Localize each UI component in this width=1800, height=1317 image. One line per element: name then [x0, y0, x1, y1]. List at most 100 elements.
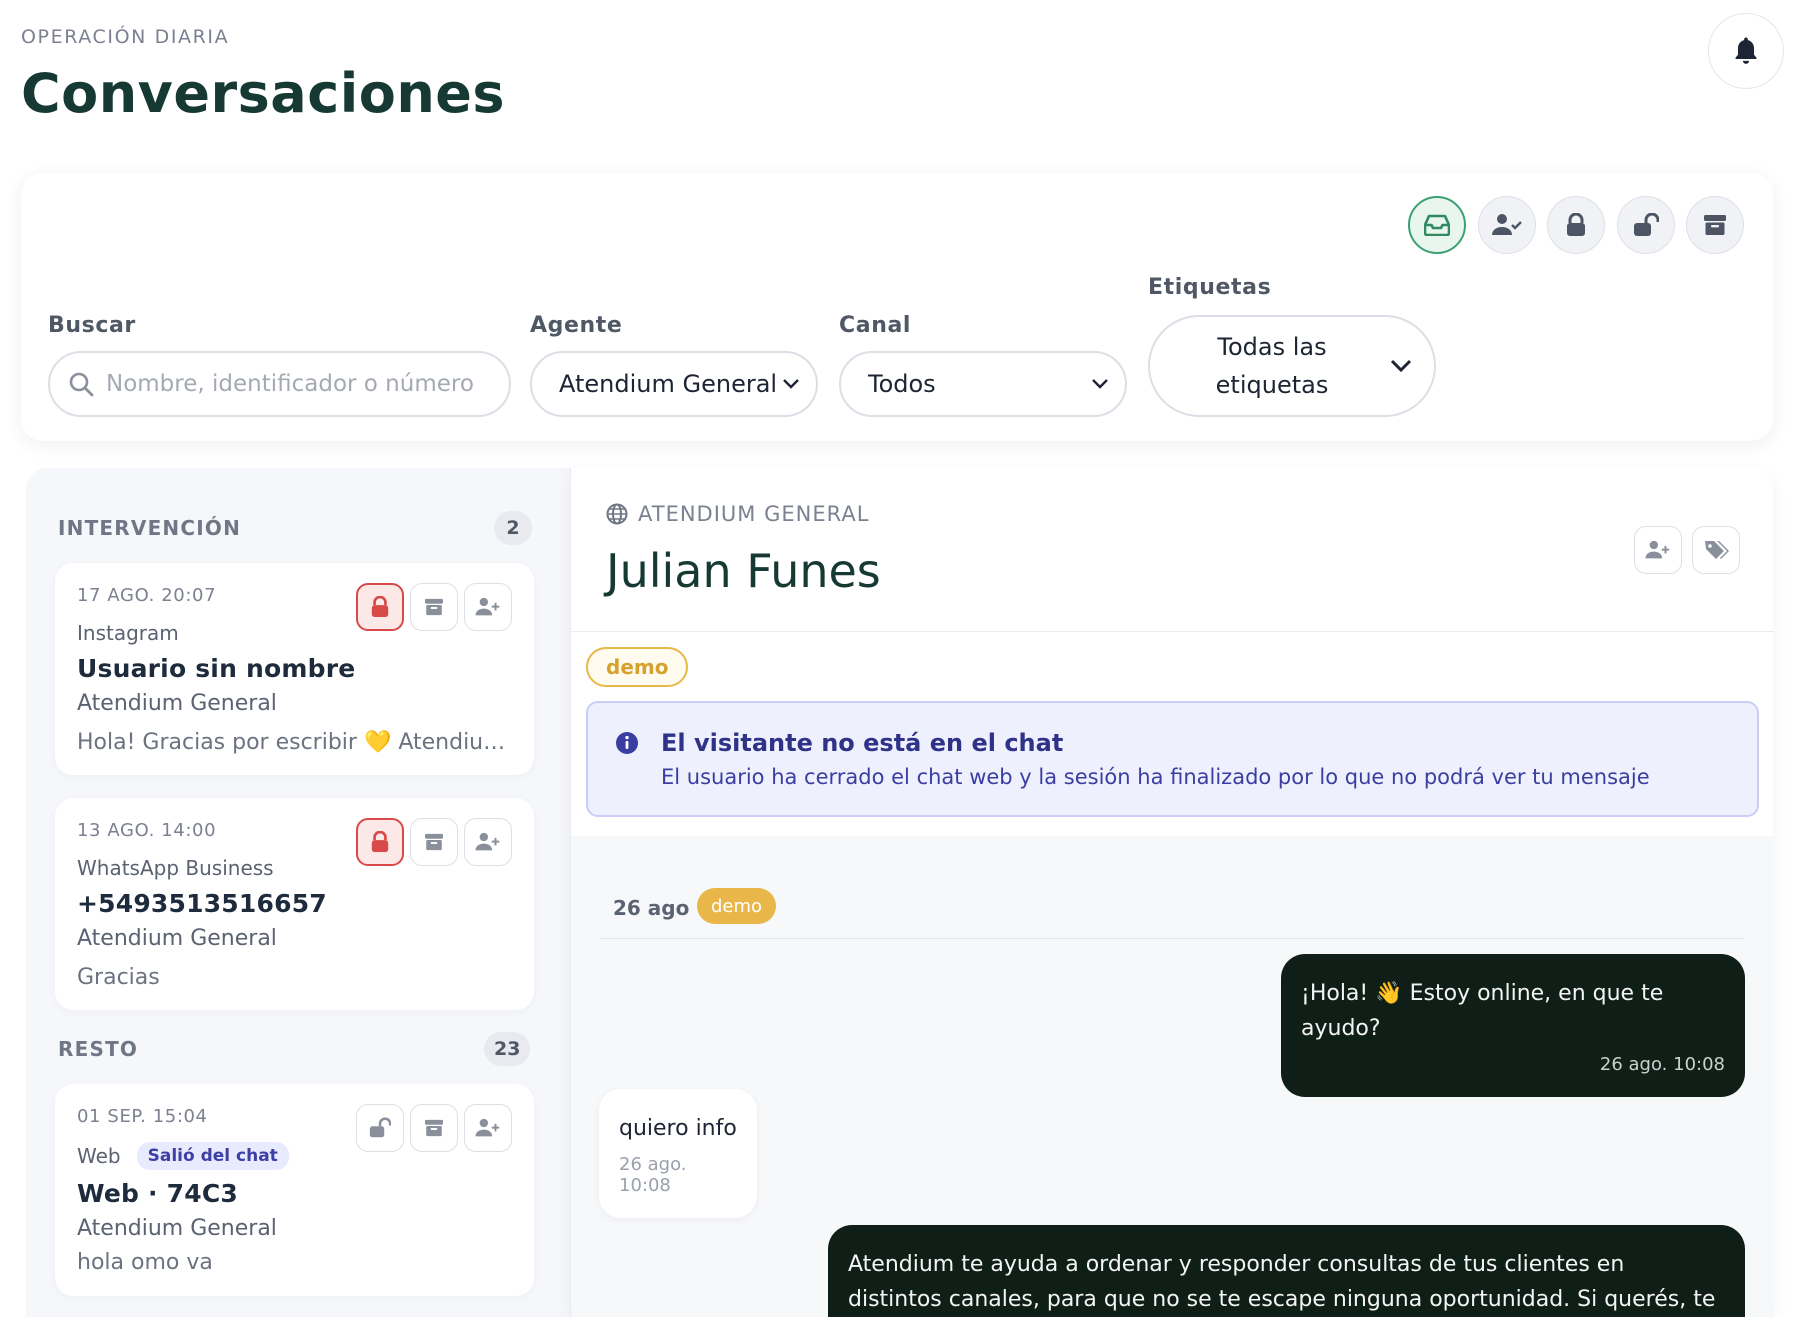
section-rest: RESTO: [58, 1037, 139, 1061]
lock-icon: [1567, 213, 1585, 236]
unlock-icon: [1634, 213, 1659, 236]
app-root: OPERACIÓN DIARIA Conversaciones Buscar N…: [0, 0, 1800, 1317]
lock-icon: [371, 596, 389, 617]
day-tag: demo: [697, 888, 777, 924]
conversation-channel: Web Salió del chat: [77, 1142, 289, 1170]
conversation-preview: Hola! Gracias por escribir 💛 Atendium n.…: [77, 730, 517, 755]
conversation-time: 13 AGO. 14:00: [77, 820, 217, 841]
archive-icon: [425, 833, 443, 851]
info-icon: [616, 732, 638, 754]
chat-header-divider: [571, 631, 1774, 632]
tags-select-value: Todas las etiquetas: [1216, 328, 1329, 404]
conversation-channel: Instagram: [77, 621, 179, 645]
chat-channel-name: ATENDIUM GENERAL: [638, 502, 870, 526]
assign-user-button[interactable]: [464, 583, 512, 631]
conversation-name: Usuario sin nombre: [77, 654, 356, 683]
conversation-name: Web · 74C3: [77, 1179, 238, 1208]
conversation-preview: Gracias: [77, 965, 160, 990]
archive-button[interactable]: [410, 583, 458, 631]
unlock-button[interactable]: [356, 1104, 404, 1152]
conversation-time: 01 SEP. 15:04: [77, 1106, 208, 1127]
channel-select[interactable]: Todos: [839, 351, 1127, 417]
contact-tag[interactable]: demo: [586, 647, 689, 687]
conversation-card[interactable]: 13 AGO. 14:00 WhatsApp Business +5493513…: [55, 798, 534, 1010]
bell-icon: [1735, 37, 1757, 64]
assign-user-button[interactable]: [464, 818, 512, 866]
notice-body: El usuario ha cerrado el chat web y la s…: [661, 765, 1650, 789]
chevron-down-icon: [783, 379, 799, 389]
section-intervention: INTERVENCIÓN: [58, 516, 242, 540]
search-icon: [69, 372, 94, 397]
channel-name: WhatsApp Business: [77, 856, 274, 880]
page-eyebrow: OPERACIÓN DIARIA: [21, 26, 230, 48]
message-text: Atendium te ayuda a ordenar y responder …: [848, 1252, 1716, 1312]
chat-channel: ATENDIUM GENERAL: [606, 502, 869, 526]
search-box[interactable]: [48, 351, 511, 417]
assign-user-button[interactable]: [464, 1104, 512, 1152]
conversation-agent: Atendium General: [77, 1216, 277, 1241]
message-incoming: quiero info 26 ago. 10:08: [599, 1089, 757, 1218]
view-assigned-button[interactable]: [1478, 196, 1536, 254]
conversation-card[interactable]: 17 AGO. 20:07 Instagram Usuario sin nomb…: [55, 563, 534, 775]
tags-value-line-1: Todas las: [1217, 333, 1327, 361]
tags-value-line-2: etiquetas: [1215, 371, 1329, 399]
channel-name: Instagram: [77, 621, 179, 645]
agent-select[interactable]: Atendium General: [530, 351, 818, 417]
agent-select-value: Atendium General: [559, 370, 778, 398]
inbox-icon: [1424, 214, 1450, 236]
archive-button[interactable]: [410, 1104, 458, 1152]
chat-panel: ATENDIUM GENERAL Julian Funes demo El vi…: [570, 468, 1774, 1317]
channel-select-value: Todos: [868, 370, 936, 398]
conversation-time: 17 AGO. 20:07: [77, 585, 217, 606]
notifications-button[interactable]: [1708, 13, 1784, 89]
left-chat-badge: Salió del chat: [136, 1142, 289, 1170]
day-divider: [599, 938, 1745, 939]
archive-icon: [425, 1119, 443, 1137]
user-plus-icon: [1645, 540, 1670, 559]
agent-label: Agente: [530, 313, 623, 338]
channel-name: Web: [77, 1144, 121, 1168]
lock-button[interactable]: [356, 583, 404, 631]
message-time: 26 ago. 10:08: [1599, 1054, 1725, 1075]
filter-card: Buscar Agente Atendium General Canal Tod…: [21, 173, 1773, 441]
tags-icon: [1705, 541, 1729, 559]
page-title: Conversaciones: [21, 62, 506, 125]
tags-select[interactable]: Todas las etiquetas: [1148, 315, 1436, 417]
user-plus-icon: [475, 597, 500, 616]
archive-icon: [425, 598, 443, 616]
visitor-offline-notice: El visitante no está en el chat El usuar…: [586, 701, 1759, 817]
search-label: Buscar: [48, 313, 136, 338]
view-inbox-button[interactable]: [1408, 196, 1466, 254]
archive-button[interactable]: [410, 818, 458, 866]
message-text: quiero info: [619, 1116, 737, 1141]
view-locked-button[interactable]: [1547, 196, 1605, 254]
assign-contact-button[interactable]: [1634, 526, 1682, 574]
tags-button[interactable]: [1692, 526, 1740, 574]
chevron-down-icon: [1092, 379, 1108, 389]
message-time: 26 ago. 10:08: [619, 1154, 687, 1196]
channel-label: Canal: [839, 313, 912, 338]
archive-icon: [1704, 215, 1726, 235]
conversation-preview: hola omo va: [77, 1250, 213, 1275]
conversation-agent: Atendium General: [77, 691, 277, 716]
user-plus-icon: [475, 832, 500, 851]
conversation-channel: WhatsApp Business: [77, 856, 274, 880]
conversation-name: +5493513516657: [77, 889, 327, 918]
view-unlocked-button[interactable]: [1617, 196, 1675, 254]
contact-name: Julian Funes: [606, 544, 881, 598]
tags-label: Etiquetas: [1148, 275, 1272, 300]
lock-button[interactable]: [356, 818, 404, 866]
rest-count: 23: [484, 1032, 531, 1066]
message-thread: 26 ago demo ¡Hola! 👋 Estoy online, en qu…: [571, 836, 1774, 1317]
chevron-down-icon: [1390, 359, 1412, 373]
message-outgoing: ¡Hola! 👋 Estoy online, en que te ayudo? …: [1281, 954, 1745, 1097]
conversation-card[interactable]: 01 SEP. 15:04 Web Salió del chat Web · 7…: [55, 1084, 534, 1296]
view-archived-button[interactable]: [1686, 196, 1744, 254]
unlock-icon: [369, 1117, 391, 1138]
lock-icon: [371, 831, 389, 852]
intervention-count: 2: [494, 511, 532, 545]
notice-title: El visitante no está en el chat: [661, 729, 1064, 757]
message-text: ¡Hola! 👋 Estoy online, en que te ayudo?: [1301, 981, 1664, 1041]
search-input[interactable]: [106, 371, 486, 397]
user-check-icon: [1492, 214, 1522, 235]
